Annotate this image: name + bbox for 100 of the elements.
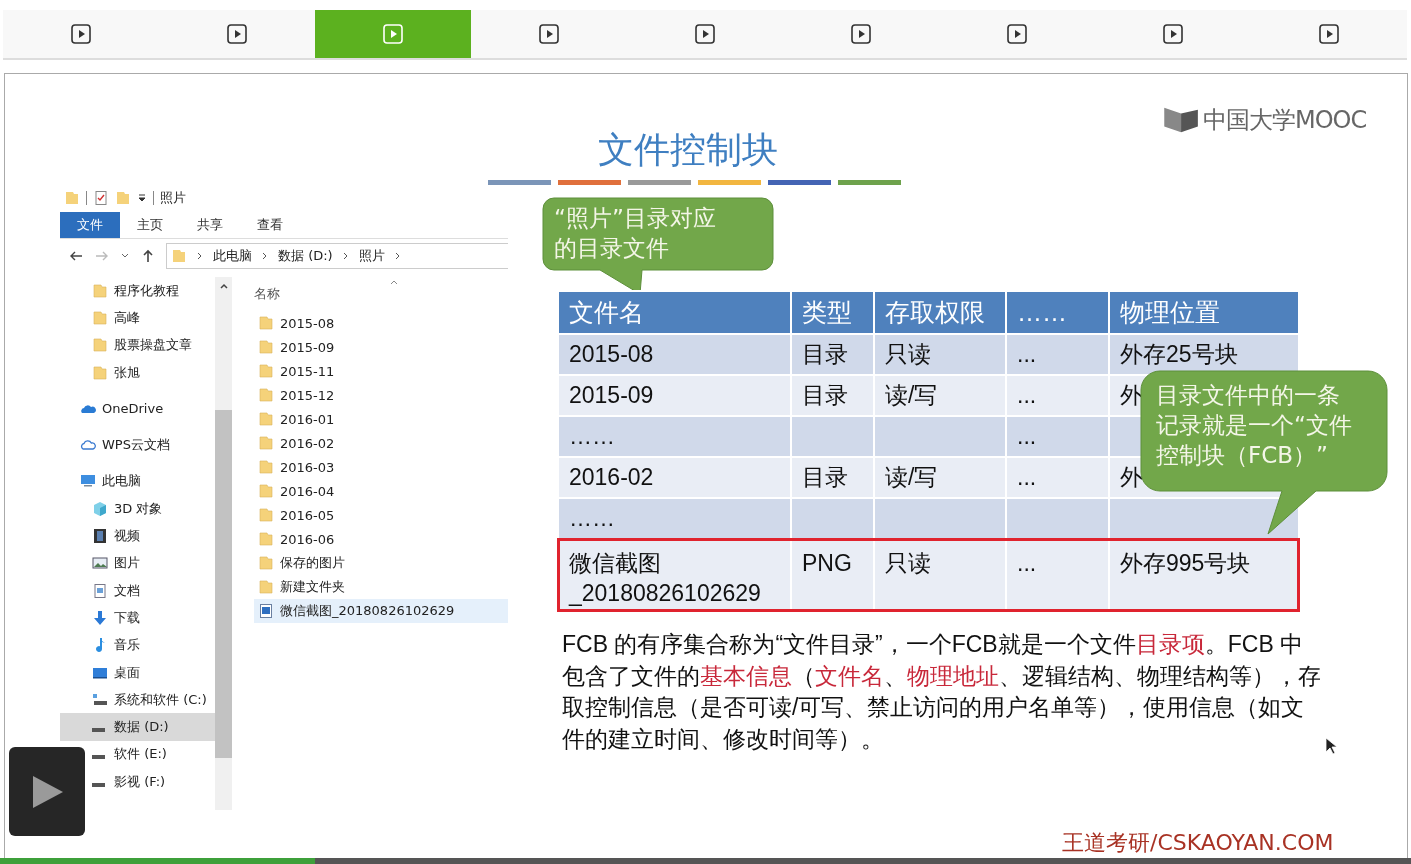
nav-pane-item[interactable]: 数据 (D:) [60, 713, 215, 741]
computer-icon [80, 473, 96, 490]
document-icon [92, 582, 108, 599]
folder-icon [258, 483, 274, 499]
folder-icon [258, 411, 274, 427]
pictures-icon [92, 555, 108, 572]
folder-icon [92, 364, 108, 381]
nav-pane-item[interactable]: 股票操盘文章 [92, 331, 192, 359]
window-title: 照片 [160, 189, 186, 207]
breadcrumb-item[interactable]: 此电脑 [213, 247, 252, 265]
ribbon-tab[interactable]: 主页 [120, 212, 180, 238]
image-file-icon [258, 603, 274, 619]
folder-icon [92, 337, 108, 354]
play-icon [227, 24, 247, 44]
nav-pane-item[interactable]: 视频 [92, 522, 140, 550]
download-arrow-icon [92, 609, 108, 626]
nav-pane-item[interactable]: 系统和软件 (C:) [92, 686, 207, 714]
chevron-right-icon [342, 251, 349, 261]
nav-pane-item[interactable]: OneDrive [80, 395, 164, 423]
ribbon-tab[interactable]: 文件 [60, 212, 120, 238]
play-icon [1163, 24, 1183, 44]
drive-icon [92, 755, 105, 760]
file-list-item[interactable]: 2015-11 [254, 359, 508, 383]
folder-icon [258, 531, 274, 547]
column-header: 物理位置 [1109, 291, 1299, 334]
drive-icon [92, 728, 105, 733]
footer-text: 王道考研/CSKAOYAN.COM [1062, 829, 1334, 857]
scrollbar[interactable] [215, 277, 232, 810]
file-list-item[interactable]: 微信截图_20180826102629 [254, 599, 508, 623]
folder-icon [258, 387, 274, 403]
play-icon [71, 24, 91, 44]
play-icon [1007, 24, 1027, 44]
film-icon [92, 528, 108, 544]
callout-text: “照片”目录对应的目录文件 [554, 204, 717, 263]
folder-icon [258, 507, 274, 523]
column-header: 文件名 [558, 291, 791, 334]
ribbon-tab[interactable]: 共享 [180, 212, 240, 238]
folder-icon [258, 315, 274, 331]
folder-icon [92, 282, 108, 299]
file-list-item[interactable]: 新建文件夹 [254, 575, 508, 599]
drive-icon [92, 691, 108, 708]
file-list-item[interactable]: 保存的图片 [254, 551, 508, 575]
folder-icon [258, 339, 274, 355]
file-list-item[interactable]: 2015-09 [254, 335, 508, 359]
file-list-item[interactable]: 2016-01 [254, 407, 508, 431]
folder-icon [64, 190, 80, 206]
chevron-right-icon [262, 251, 268, 261]
nav-pane-item[interactable]: 桌面 [92, 658, 140, 687]
column-header: 类型 [791, 291, 874, 334]
slide-title: 文件控制块 [598, 128, 778, 172]
breadcrumb-item[interactable]: 数据 (D:) [278, 247, 333, 265]
play-icon [1319, 24, 1339, 44]
open-book-icon [1163, 106, 1201, 134]
folder-icon [258, 579, 274, 595]
folder-icon [258, 435, 274, 451]
cube-icon [92, 500, 108, 517]
play-button[interactable] [9, 747, 85, 836]
folder-icon [258, 459, 274, 475]
nav-pane-item[interactable]: 高峰 [92, 304, 140, 332]
file-list-item[interactable]: 2016-06 [254, 527, 508, 551]
play-icon [695, 24, 715, 44]
nav-pane-item[interactable]: 图片 [92, 549, 140, 577]
file-list-item[interactable]: 2015-08 [254, 311, 508, 335]
nav-pane-item[interactable]: 音乐 [92, 631, 140, 659]
address-bar[interactable]: 此电脑 数据 (D:) 照片 [166, 243, 508, 269]
nav-pane-item[interactable]: 下载 [92, 604, 140, 632]
chevron-right-icon [394, 251, 401, 261]
play-icon [851, 24, 871, 44]
nav-pane-item[interactable]: 软件 (E:) [92, 740, 167, 769]
file-list-item[interactable]: 2016-03 [254, 455, 508, 479]
scroll-up-icon[interactable] [218, 281, 229, 291]
mouse-pointer-icon [1325, 737, 1337, 755]
nav-pane-item[interactable]: 影视 (F:) [92, 768, 166, 796]
folder-icon [171, 248, 187, 264]
checklist-icon[interactable] [93, 190, 109, 206]
progress-bar[interactable] [0, 858, 1411, 864]
file-list-item[interactable]: 2016-04 [254, 479, 508, 503]
column-header: …… [1006, 291, 1109, 334]
paragraph: FCB 的有序集合称为“文件目录”，一个FCB就是一个文件目录项。FCB 中包含了文件的基本信息（文件名、物理地址、逻辑结构、物理结构等），存取控制信息（是否可读/可写、禁止访问的用户名单等），使用信息（如文件的建立时间、修改时间等）。 [562, 630, 1322, 754]
ribbon-tab[interactable]: 查看 [240, 212, 300, 238]
folder-icon [92, 309, 108, 326]
file-list-item[interactable]: 2016-05 [254, 503, 508, 527]
file-list-item[interactable]: 2016-02 [254, 431, 508, 455]
logo-text: 中国大学MOOC [1203, 105, 1367, 136]
slide-thumbnail-button[interactable] [315, 10, 471, 58]
nav-pane-item[interactable]: WPS云文档 [80, 431, 170, 459]
nav-pane-item[interactable]: 张旭 [92, 358, 140, 387]
play-icon [539, 24, 559, 44]
folder-icon [258, 555, 274, 571]
folder-icon [258, 363, 274, 379]
file-list-item[interactable]: 2015-12 [254, 383, 508, 407]
breadcrumb-item[interactable]: 照片 [358, 247, 385, 265]
column-header[interactable]: 名称 [254, 285, 280, 303]
chevron-right-icon [197, 251, 203, 261]
drive-icon [92, 782, 105, 787]
nav-pane-item[interactable]: 3D 对象 [92, 495, 163, 523]
nav-pane-item[interactable]: 文档 [92, 576, 140, 605]
nav-pane-item[interactable]: 此电脑 [80, 467, 141, 496]
dropdown-icon[interactable] [137, 193, 147, 203]
nav-pane-item[interactable]: 程序化教程 [92, 277, 179, 305]
